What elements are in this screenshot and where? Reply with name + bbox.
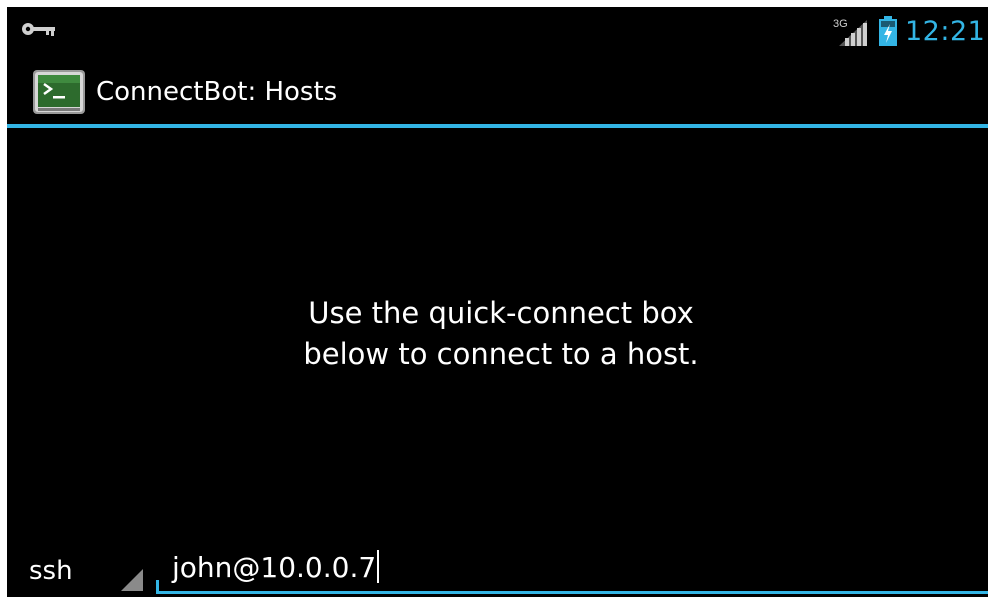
battery-charging-icon	[879, 16, 897, 46]
status-bar: 3G 12:21	[7, 7, 988, 55]
protocol-spinner[interactable]: ssh	[15, 544, 145, 594]
action-bar-divider	[7, 124, 988, 128]
empty-hosts-message: Use the quick-connect box below to conne…	[303, 296, 699, 371]
protocol-selected-value: ssh	[29, 556, 73, 586]
signal-3g-icon: 3G	[833, 18, 867, 46]
terminal-app-icon[interactable]	[33, 70, 85, 114]
network-type-label: 3G	[833, 18, 848, 30]
quick-connect-input[interactable]: john@10.0.0.7	[156, 544, 988, 596]
app-title: ConnectBot: Hosts	[96, 77, 338, 107]
action-bar: ConnectBot: Hosts	[7, 55, 988, 126]
status-clock: 12:21	[905, 16, 986, 47]
spinner-dropdown-icon	[121, 569, 143, 591]
quick-connect-text: john@10.0.0.7	[172, 551, 377, 584]
text-cursor	[377, 550, 380, 583]
key-icon	[22, 23, 55, 36]
input-underline	[156, 591, 988, 594]
device-screen: 3G 12:21 ConnectBot: Hosts Use the quick…	[7, 7, 988, 597]
quick-connect-input-value: john@10.0.0.7	[172, 550, 380, 586]
